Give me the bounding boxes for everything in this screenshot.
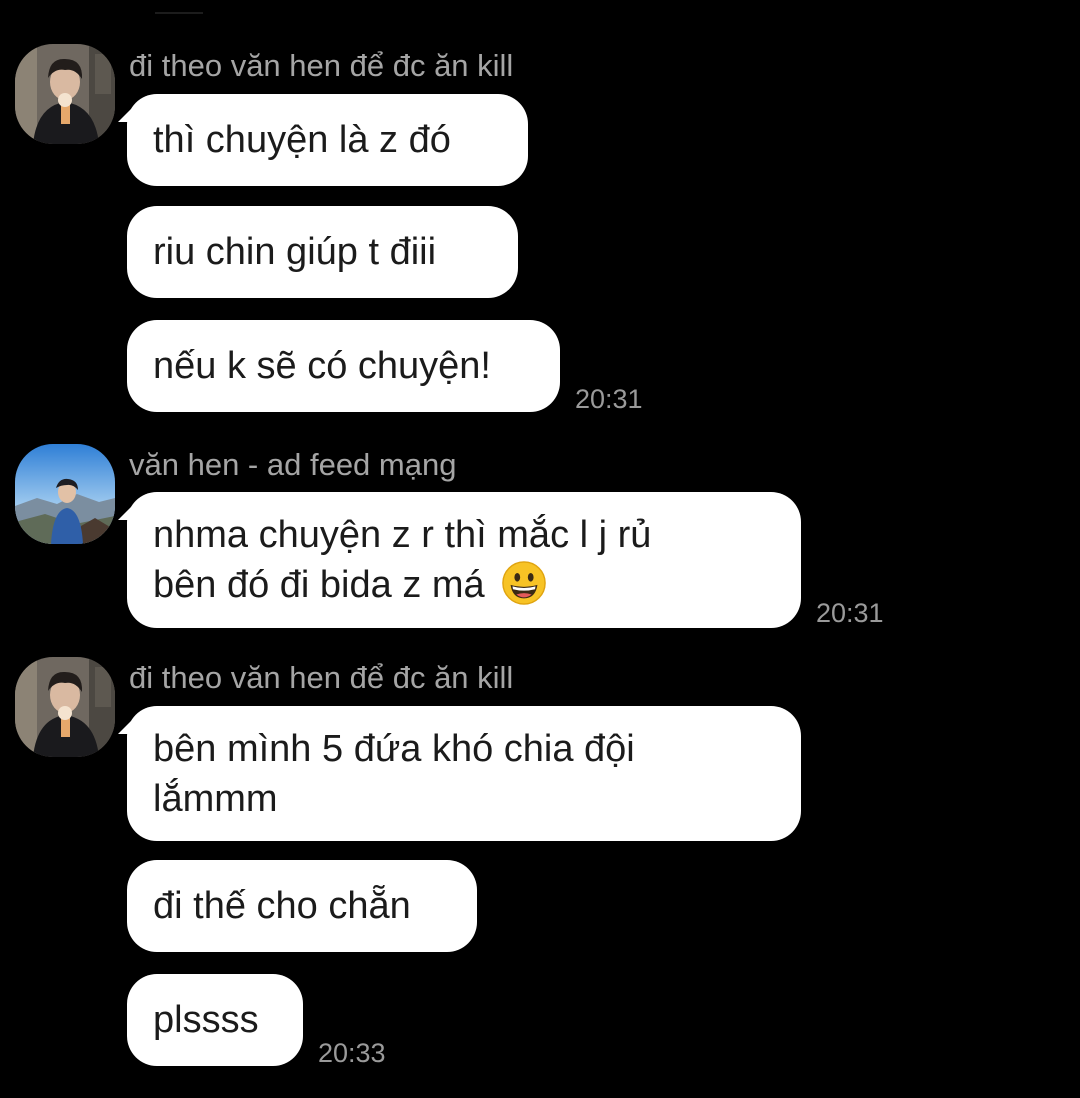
timestamp: 20:31	[816, 598, 884, 628]
message-bubble[interactable]: đi thế cho chẵn	[127, 860, 477, 952]
avatar[interactable]	[15, 657, 115, 757]
message-text: bên mình 5 đứa khó chia đội	[153, 727, 635, 770]
message-bubble[interactable]: nhma chuyện z r thì mắc l j rủ bên đó đi…	[118, 492, 801, 628]
message-bubble[interactable]: plssss	[127, 974, 303, 1066]
message-text: đi thế cho chẵn	[153, 885, 411, 927]
message-bubble[interactable]: riu chin giúp t điii	[127, 206, 518, 298]
message-text: riu chin giúp t điii	[153, 231, 437, 273]
sender-name: văn hen - ad feed mạng	[129, 447, 457, 482]
message-bubble[interactable]: bên mình 5 đứa khó chia đội lắmmm	[118, 706, 801, 841]
sender-name: đi theo văn hen để đc ăn kill	[129, 660, 514, 695]
sender-name: đi theo văn hen để đc ăn kill	[129, 48, 514, 83]
grinning-face-emoji-icon	[502, 561, 547, 605]
timestamp: 20:33	[318, 1038, 386, 1068]
timestamp: 20:31	[575, 384, 643, 414]
message-bubble[interactable]: thì chuyện là z đó	[118, 94, 528, 186]
top-divider	[155, 12, 203, 14]
avatar-girl-mountain-icon	[15, 444, 115, 544]
message-text: lắmmm	[153, 777, 278, 820]
avatar[interactable]	[15, 44, 115, 144]
message-text: thì chuyện là z đó	[153, 119, 451, 161]
avatar-boy-ice-cream-icon	[15, 657, 115, 757]
message-text: nhma chuyện z r thì mắc l j rủ	[153, 514, 652, 556]
message-bubble[interactable]: nếu k sẽ có chuyện!	[127, 320, 560, 412]
avatar-boy-ice-cream-icon	[15, 44, 115, 144]
avatar[interactable]	[15, 444, 115, 544]
message-text: nếu k sẽ có chuyện!	[153, 345, 491, 387]
message-text: bên đó đi bida z má	[153, 564, 485, 606]
message-text: plssss	[153, 999, 259, 1041]
